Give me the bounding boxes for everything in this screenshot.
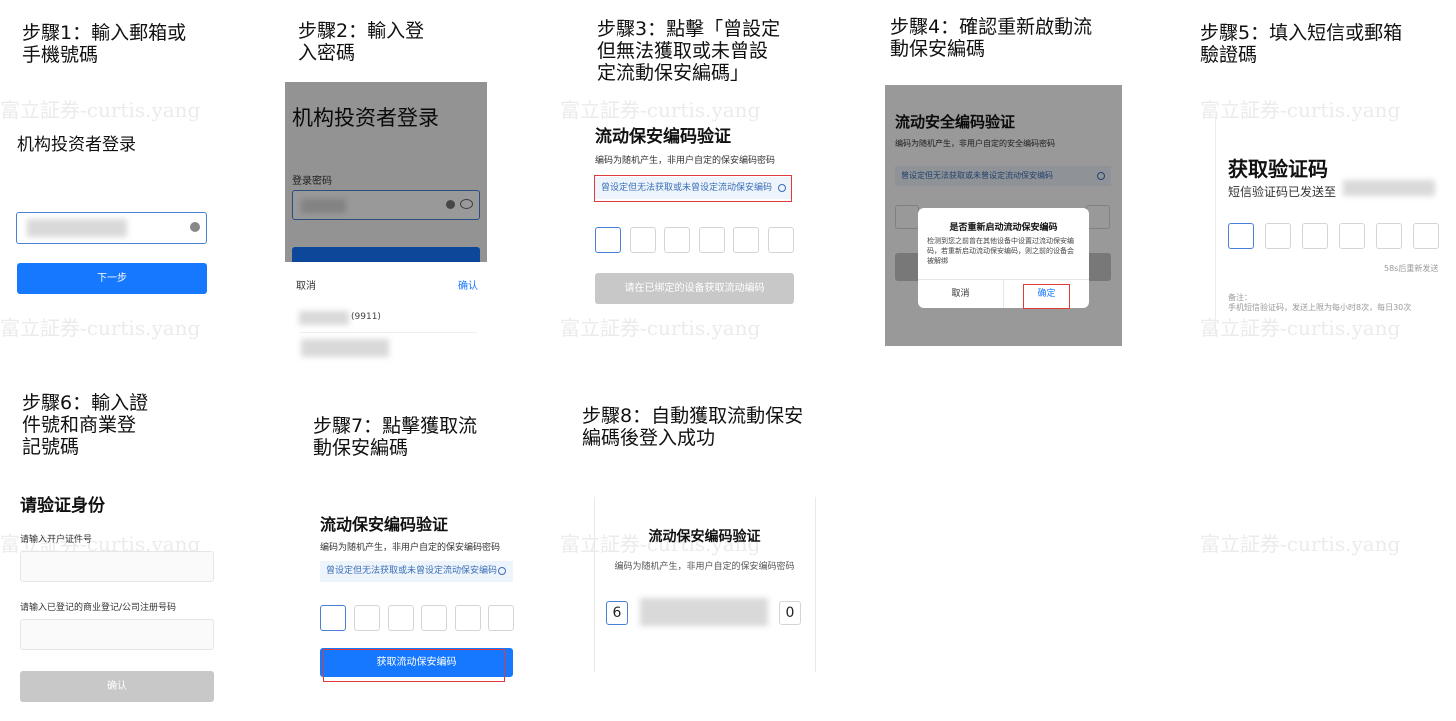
get-code-button-disabled[interactable]: 请在已绑定的设备获取流动编码 bbox=[595, 273, 794, 304]
step8-caption: 步驟8：自動獲取流動保安 編碼後登入成功 bbox=[582, 405, 804, 449]
sent-to-text: 短信验证码已发送至 bbox=[1228, 185, 1337, 199]
dialog-body: 检测到您之前曾在其他设备中设置过流动保安编码，若重新启动流动保安编码，则之前的设… bbox=[927, 237, 1074, 265]
watermark: 富立証券-curtis.yang bbox=[0, 316, 201, 340]
br-number-input[interactable] bbox=[20, 619, 214, 650]
verify-title: 流动保安编码验证 bbox=[595, 127, 731, 147]
code-cell[interactable] bbox=[1413, 223, 1439, 249]
code-cell[interactable] bbox=[455, 605, 481, 631]
code-cell[interactable] bbox=[768, 227, 794, 253]
code-cell[interactable] bbox=[1228, 223, 1254, 249]
next-button[interactable]: 下一步 bbox=[17, 263, 207, 294]
confirm-button-disabled[interactable]: 确认 bbox=[20, 671, 214, 702]
highlight-box bbox=[323, 649, 505, 682]
step1-caption: 步驟1：輸入郵箱或 手機號碼 bbox=[22, 22, 187, 66]
code-cell[interactable] bbox=[664, 227, 690, 253]
reset-code-link[interactable]: 曾设定但无法获取或未曾设定流动保安编码 bbox=[320, 561, 513, 582]
confirm-button[interactable]: 确认 bbox=[458, 277, 478, 292]
code-digit: 6 bbox=[606, 601, 628, 625]
code-cell[interactable] bbox=[595, 227, 621, 253]
resend-countdown[interactable]: 58s后重新发送 bbox=[1384, 263, 1438, 274]
reset-code-link-label: 曾设定但无法获取或未曾设定流动保安编码 bbox=[326, 566, 498, 576]
login-title: 机构投资者登录 bbox=[17, 135, 136, 155]
cancel-button[interactable]: 取消 bbox=[296, 277, 316, 292]
code-cell[interactable] bbox=[630, 227, 656, 253]
watermark: 富立証券-curtis.yang bbox=[1200, 316, 1401, 340]
verify-subtitle: 编码为随机产生，非用户自定的保安编码密码 bbox=[320, 543, 501, 553]
code-cell[interactable] bbox=[1265, 223, 1291, 249]
redacted-account bbox=[299, 311, 349, 325]
sheet-backdrop bbox=[285, 82, 487, 262]
watermark: 富立証券-curtis.yang bbox=[1200, 532, 1401, 556]
highlight-box bbox=[594, 175, 792, 202]
step7-caption: 步驟7：點擊獲取流 動保安編碼 bbox=[313, 415, 478, 459]
account-fragment[interactable]: (9911) bbox=[351, 312, 381, 322]
highlight-box bbox=[1023, 284, 1070, 309]
redacted-phone bbox=[1343, 180, 1435, 196]
account-input[interactable] bbox=[16, 212, 207, 244]
br-number-label: 请输入已登记的商业登记/公司注册号码 bbox=[20, 603, 177, 613]
code-cell[interactable] bbox=[354, 605, 380, 631]
chevron-right-icon bbox=[498, 567, 506, 575]
step3-caption: 步驟3：點擊「曾設定 但無法獲取或未曾設 定流動保安編碼」 bbox=[597, 18, 781, 84]
redacted-value bbox=[27, 219, 127, 237]
code-cell[interactable] bbox=[388, 605, 414, 631]
redacted-code bbox=[640, 598, 768, 626]
code-cell[interactable] bbox=[488, 605, 514, 631]
code-cell[interactable] bbox=[421, 605, 447, 631]
screen-edge bbox=[815, 497, 816, 672]
dialog-title: 是否重新启动流动保安编码 bbox=[949, 223, 1058, 233]
id-number-input[interactable] bbox=[20, 551, 214, 582]
verify-title: 流动保安编码验证 bbox=[320, 515, 449, 534]
code-cell[interactable] bbox=[320, 605, 346, 631]
verify-subtitle: 编码为随机产生，非用户自定的保安编码密码 bbox=[595, 156, 776, 166]
step2-caption: 步驟2：輸入登 入密碼 bbox=[298, 20, 425, 64]
id-number-label: 请输入开户证件号 bbox=[20, 535, 93, 545]
code-cell[interactable] bbox=[699, 227, 725, 253]
code-cell[interactable] bbox=[1339, 223, 1365, 249]
screen-edge bbox=[594, 497, 595, 672]
watermark: 富立証券-curtis.yang bbox=[0, 98, 201, 122]
step5-caption: 步驟5：填入短信或郵箱 驗證碼 bbox=[1200, 22, 1403, 66]
clear-icon[interactable] bbox=[190, 222, 200, 232]
watermark: 富立証券-curtis.yang bbox=[560, 98, 761, 122]
watermark: 富立証券-curtis.yang bbox=[1200, 98, 1401, 122]
verify-code-title: 获取验证码 bbox=[1228, 157, 1328, 181]
code-digit: 0 bbox=[779, 601, 801, 625]
dialog-cancel-button[interactable]: 取消 bbox=[918, 280, 1003, 308]
account-picker-sheet: 取消 确认 (9911) bbox=[285, 262, 487, 362]
verify-identity-title: 请验证身份 bbox=[20, 496, 105, 516]
screen-edge bbox=[1215, 118, 1216, 333]
code-cell[interactable] bbox=[1302, 223, 1328, 249]
watermark: 富立証券-curtis.yang bbox=[560, 316, 761, 340]
verify-title: 流动保安编码验证 bbox=[648, 529, 761, 545]
step4-caption: 步驟4：確認重新啟動流 動保安編碼 bbox=[890, 16, 1093, 60]
send-limit-note: 手机短信验证码，发送上限为每小时8次，每日30次 bbox=[1228, 303, 1412, 312]
redacted-account[interactable] bbox=[301, 339, 389, 357]
verify-subtitle: 编码为随机产生，非用户自定的保安编码密码 bbox=[614, 562, 795, 572]
divider bbox=[299, 332, 477, 333]
code-cell[interactable] bbox=[733, 227, 759, 253]
step6-caption: 步驟6：輸入證 件號和商業登 記號碼 bbox=[22, 392, 149, 458]
code-cell[interactable] bbox=[1376, 223, 1402, 249]
